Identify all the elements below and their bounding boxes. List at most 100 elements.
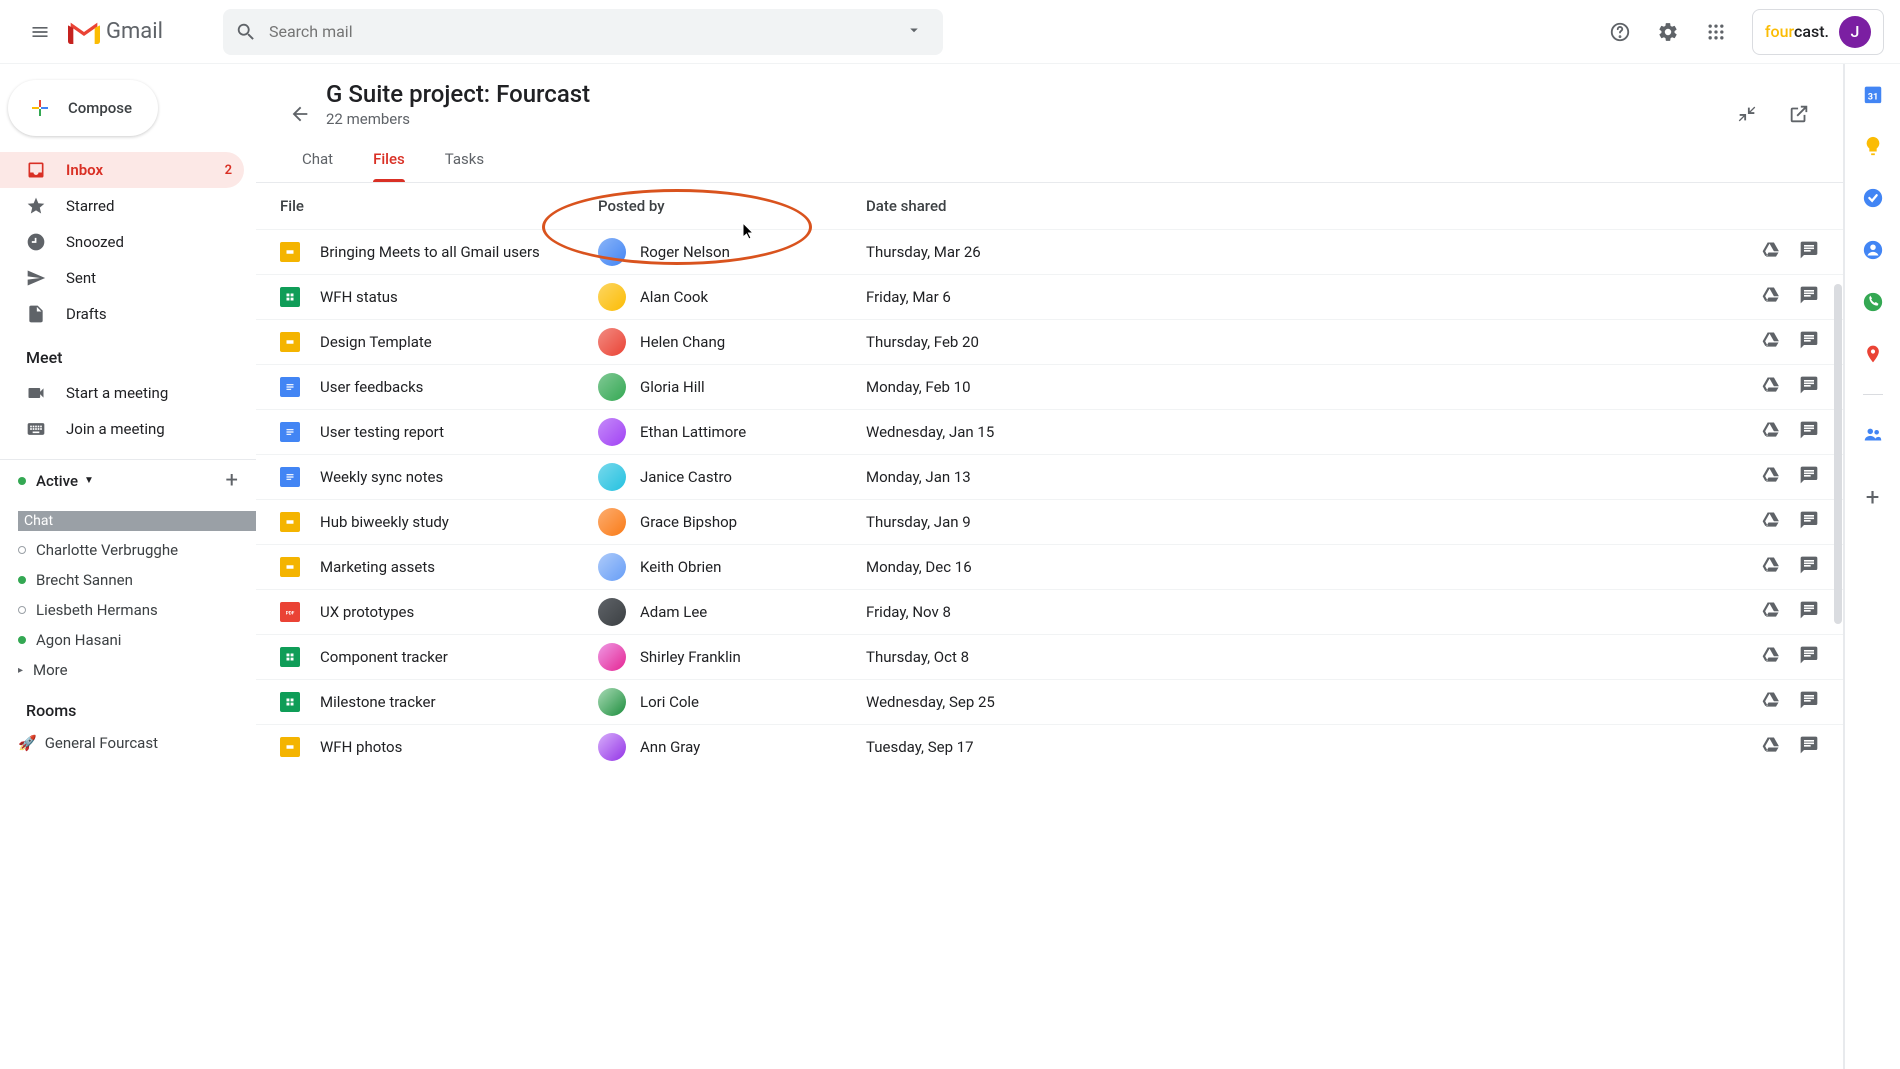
- table-row[interactable]: Bringing Meets to all Gmail usersRoger N…: [256, 229, 1843, 274]
- compose-label: Compose: [68, 99, 132, 117]
- table-row[interactable]: Hub biweekly studyGrace BipshopThursday,…: [256, 499, 1843, 544]
- account-badge[interactable]: fourcast. J: [1752, 9, 1884, 55]
- view-message-button[interactable]: [1799, 555, 1819, 579]
- back-button[interactable]: [280, 94, 320, 134]
- search-bar[interactable]: [223, 9, 943, 55]
- join-meeting-label: Join a meeting: [66, 420, 165, 438]
- scrollbar-thumb[interactable]: [1834, 284, 1842, 624]
- table-row[interactable]: Marketing assetsKeith ObrienMonday, Dec …: [256, 544, 1843, 589]
- cloudsearch-addon[interactable]: [1861, 423, 1885, 447]
- poster-name: Lori Cole: [640, 693, 699, 711]
- search-input[interactable]: [269, 22, 897, 41]
- view-message-button[interactable]: [1799, 510, 1819, 534]
- table-row[interactable]: Weekly sync notesJanice CastroMonday, Ja…: [256, 454, 1843, 499]
- view-message-button[interactable]: [1799, 690, 1819, 714]
- user-avatar[interactable]: J: [1839, 16, 1871, 48]
- keep-addon[interactable]: [1861, 134, 1885, 158]
- join-meeting-button[interactable]: Join a meeting: [0, 411, 244, 447]
- table-row[interactable]: Component trackerShirley FranklinThursda…: [256, 634, 1843, 679]
- table-row[interactable]: Milestone trackerLori ColeWednesday, Sep…: [256, 679, 1843, 724]
- get-addons-button[interactable]: +: [1866, 483, 1880, 511]
- svg-text:PDF: PDF: [286, 610, 295, 616]
- search-options-button[interactable]: [897, 13, 931, 51]
- open-in-drive-button[interactable]: [1761, 285, 1781, 309]
- table-row[interactable]: WFH photosAnn GrayTuesday, Sep 17: [256, 724, 1843, 769]
- date-shared: Wednesday, Jan 15: [866, 423, 1729, 441]
- tab-tasks[interactable]: Tasks: [445, 150, 484, 182]
- apps-grid-icon: [1706, 22, 1726, 42]
- more-chats-button[interactable]: More: [0, 655, 256, 685]
- poster-avatar: [598, 463, 626, 491]
- view-message-button[interactable]: [1799, 375, 1819, 399]
- presence-indicator: [18, 606, 26, 614]
- room-members-count[interactable]: 22 members: [326, 110, 590, 128]
- open-in-drive-button[interactable]: [1761, 240, 1781, 264]
- poster-avatar: [598, 733, 626, 761]
- voice-addon[interactable]: [1861, 290, 1885, 314]
- view-message-button[interactable]: [1799, 645, 1819, 669]
- view-message-button[interactable]: [1799, 330, 1819, 354]
- start-meeting-button[interactable]: Start a meeting: [0, 375, 244, 411]
- view-message-button[interactable]: [1799, 240, 1819, 264]
- support-button[interactable]: [1600, 12, 1640, 52]
- apps-button[interactable]: [1696, 12, 1736, 52]
- tab-files[interactable]: Files: [373, 150, 405, 182]
- chat-contact[interactable]: Liesbeth Hermans: [0, 595, 256, 625]
- new-chat-button[interactable]: +: [226, 468, 238, 493]
- open-in-drive-button[interactable]: [1761, 465, 1781, 489]
- chat-contact[interactable]: Charlotte Verbrugghe: [0, 535, 256, 565]
- view-message-button[interactable]: [1799, 600, 1819, 624]
- chat-contact[interactable]: Brecht Sannen: [0, 565, 256, 595]
- rooms-section-header: Rooms: [0, 685, 256, 728]
- scrollbar[interactable]: [1833, 284, 1843, 1069]
- tasks-addon[interactable]: [1861, 186, 1885, 210]
- open-in-drive-button[interactable]: [1761, 375, 1781, 399]
- status-label: Active: [36, 472, 78, 490]
- table-row[interactable]: WFH statusAlan CookFriday, Mar 6: [256, 274, 1843, 319]
- open-in-drive-button[interactable]: [1761, 420, 1781, 444]
- poster-avatar: [598, 688, 626, 716]
- popout-button[interactable]: [1779, 94, 1819, 134]
- nav-drafts[interactable]: Drafts: [0, 296, 244, 332]
- open-in-drive-button[interactable]: [1761, 510, 1781, 534]
- contacts-addon[interactable]: [1861, 238, 1885, 262]
- table-row[interactable]: User feedbacksGloria HillMonday, Feb 10: [256, 364, 1843, 409]
- nav-inbox[interactable]: Inbox2: [0, 152, 244, 188]
- nav-sent[interactable]: Sent: [0, 260, 244, 296]
- nav-snoozed[interactable]: Snoozed: [0, 224, 244, 260]
- calendar-addon[interactable]: 31: [1861, 82, 1885, 106]
- date-shared: Thursday, Jan 9: [866, 513, 1729, 531]
- poster-cell: Ethan Lattimore: [598, 418, 866, 446]
- open-in-drive-button[interactable]: [1761, 330, 1781, 354]
- view-message-button[interactable]: [1799, 465, 1819, 489]
- gmail-logo[interactable]: Gmail: [68, 19, 163, 44]
- open-in-drive-button[interactable]: [1761, 600, 1781, 624]
- nav-list: Inbox2StarredSnoozedSentDrafts: [0, 152, 256, 332]
- collapse-button[interactable]: [1727, 94, 1767, 134]
- app-name: Gmail: [106, 19, 163, 44]
- view-message-button[interactable]: [1799, 735, 1819, 759]
- chat-contact[interactable]: Agon Hasani: [0, 625, 256, 655]
- table-row[interactable]: Design TemplateHelen ChangThursday, Feb …: [256, 319, 1843, 364]
- view-message-button[interactable]: [1799, 420, 1819, 444]
- tab-chat[interactable]: Chat: [302, 150, 333, 182]
- status-row[interactable]: Active ▼ +: [0, 460, 256, 501]
- poster-cell: Alan Cook: [598, 283, 866, 311]
- main-menu-button[interactable]: [16, 8, 64, 56]
- open-in-drive-button[interactable]: [1761, 555, 1781, 579]
- room-list-item[interactable]: 🚀 General Fourcast: [0, 728, 256, 758]
- view-message-button[interactable]: [1799, 285, 1819, 309]
- maps-addon[interactable]: [1861, 342, 1885, 366]
- poster-avatar: [598, 283, 626, 311]
- chat-list: Charlotte VerbruggheBrecht SannenLiesbet…: [0, 535, 256, 655]
- poster-avatar: [598, 508, 626, 536]
- nav-starred[interactable]: Starred: [0, 188, 244, 224]
- table-row[interactable]: User testing reportEthan LattimoreWednes…: [256, 409, 1843, 454]
- settings-button[interactable]: [1648, 12, 1688, 52]
- open-in-drive-button[interactable]: [1761, 735, 1781, 759]
- compose-button[interactable]: Compose: [8, 80, 158, 136]
- file-name: Hub biweekly study: [320, 513, 598, 531]
- open-in-drive-button[interactable]: [1761, 690, 1781, 714]
- open-in-drive-button[interactable]: [1761, 645, 1781, 669]
- table-row[interactable]: PDFUX prototypesAdam LeeFriday, Nov 8: [256, 589, 1843, 634]
